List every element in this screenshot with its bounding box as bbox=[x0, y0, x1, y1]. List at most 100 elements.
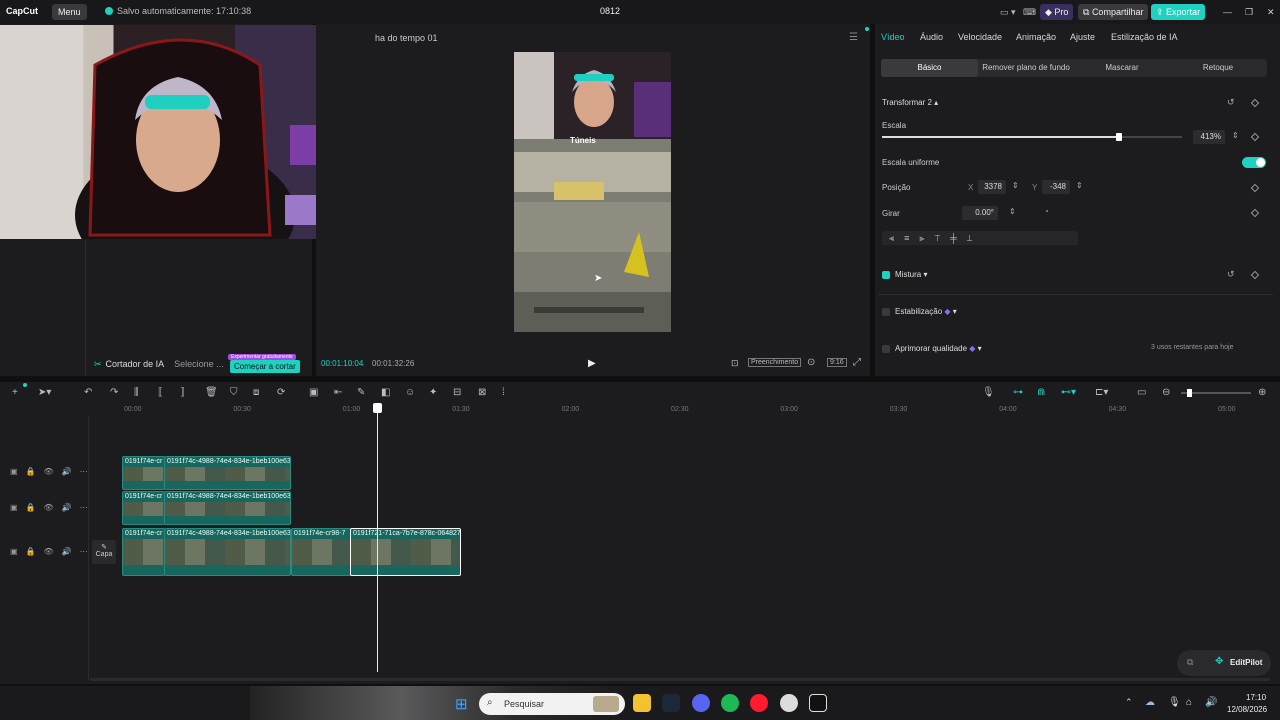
blend-checkbox[interactable] bbox=[882, 271, 890, 279]
network-icon[interactable]: ⌂ bbox=[1186, 697, 1192, 708]
minimize-icon[interactable]: — bbox=[1218, 4, 1237, 20]
zoom-slider[interactable] bbox=[1181, 389, 1251, 397]
track-controls-main[interactable]: ▣🔒👁🔊⋯ bbox=[10, 547, 96, 556]
clip[interactable]: 0191f74e-cr bbox=[122, 491, 165, 525]
redo-icon[interactable]: ↷ bbox=[110, 387, 118, 398]
clock-time[interactable]: 17:10 bbox=[1246, 693, 1266, 702]
file-explorer-icon[interactable] bbox=[633, 694, 651, 712]
crop-icon[interactable]: ⊡ bbox=[731, 358, 739, 369]
focus-icon[interactable]: ⊙ bbox=[807, 357, 815, 368]
windows-start-icon[interactable]: ⊞ bbox=[455, 695, 468, 713]
mic-tray-icon[interactable]: 🎙 bbox=[1168, 697, 1181, 708]
marker-icon[interactable]: ⛉ bbox=[230, 387, 238, 398]
track-controls-2[interactable]: ▣🔒👁🔊⋯ bbox=[10, 503, 96, 512]
zoom-knob[interactable] bbox=[1187, 389, 1192, 397]
layout-icon[interactable]: ▭ ▾ bbox=[995, 4, 1021, 20]
stabilize-checkbox[interactable] bbox=[882, 308, 890, 316]
clip[interactable]: 0191f74e-cr98-7 bbox=[291, 528, 351, 576]
pen-icon[interactable]: ✎ bbox=[357, 387, 365, 398]
align-toolbar[interactable]: ⫷≡⫸⊤╪⊥ bbox=[882, 231, 1078, 245]
playhead[interactable] bbox=[377, 408, 378, 672]
enhance-checkbox[interactable] bbox=[882, 345, 890, 353]
caption-toggle-icon[interactable]: ▭ bbox=[1137, 387, 1146, 398]
zoom-out-icon[interactable]: ⊖ bbox=[1162, 387, 1170, 398]
pro-button[interactable]: ◆ Pro bbox=[1040, 4, 1074, 20]
chrome-icon[interactable] bbox=[780, 694, 798, 712]
link-icon[interactable]: ⊶ bbox=[1013, 387, 1023, 398]
tab-adjust[interactable]: Ajuste bbox=[1070, 32, 1095, 42]
blend-label[interactable]: Mistura ▾ bbox=[895, 270, 927, 279]
preview-axis-icon[interactable]: ⊏▾ bbox=[1095, 387, 1108, 398]
project-name[interactable]: 0812 bbox=[600, 6, 620, 16]
image-icon[interactable]: ⊠ bbox=[478, 387, 486, 398]
split-right-icon[interactable]: ⟧ bbox=[180, 387, 185, 398]
delete-icon[interactable]: 🗑 bbox=[205, 387, 218, 398]
clock-date[interactable]: 12/08/2026 bbox=[1227, 705, 1267, 714]
tab-animation[interactable]: Animação bbox=[1016, 32, 1056, 42]
speed-icon[interactable]: ⟳ bbox=[277, 387, 285, 398]
position-y-input[interactable]: -348 bbox=[1042, 180, 1070, 194]
subtab-basic[interactable]: Básico bbox=[881, 59, 978, 77]
scale-input[interactable]: 413% bbox=[1193, 130, 1225, 144]
enhance-label[interactable]: Aprimorar qualidade ◆ ▾ bbox=[895, 344, 982, 353]
tab-ai-style[interactable]: Estilização de IA bbox=[1111, 32, 1178, 42]
export-button[interactable]: ⇪ Exportar bbox=[1151, 4, 1206, 20]
share-button[interactable]: ⧉ Compartilhar bbox=[1078, 4, 1149, 20]
steam-icon[interactable] bbox=[662, 694, 680, 712]
reverse-icon[interactable]: ⇤ bbox=[334, 387, 342, 398]
clip[interactable]: 0191f74c-4988-74e4-834e-1beb100e63 bbox=[164, 456, 291, 490]
reset-icon[interactable]: ↺ bbox=[1227, 97, 1235, 108]
preview-frame[interactable]: Túneis bbox=[514, 52, 671, 332]
close-icon[interactable]: ✕ bbox=[1262, 4, 1280, 20]
discord-icon[interactable] bbox=[692, 694, 710, 712]
clip[interactable]: 0191f74e-cr bbox=[122, 528, 165, 576]
tab-video[interactable]: Vídeo bbox=[881, 32, 905, 42]
scale-slider[interactable] bbox=[882, 133, 1182, 141]
magnet-icon[interactable]: ⋒ bbox=[1037, 387, 1045, 398]
opera-icon[interactable] bbox=[750, 694, 768, 712]
magic-icon[interactable]: ✦ bbox=[429, 387, 437, 398]
editpilot-aux-icon[interactable]: ⧉ bbox=[1187, 657, 1193, 668]
subtab-mask[interactable]: Mascarar bbox=[1074, 59, 1170, 77]
subtab-retouch[interactable]: Retoque bbox=[1170, 59, 1266, 77]
subtab-remove-bg[interactable]: Remover plano de fundo bbox=[978, 59, 1074, 77]
uniform-scale-toggle[interactable] bbox=[1242, 157, 1266, 168]
select-label[interactable]: Selecione ... bbox=[174, 359, 224, 369]
fill-button[interactable]: Preenchimento bbox=[748, 358, 802, 367]
track-controls-1[interactable]: ▣🔒👁🔊⋯ bbox=[10, 467, 96, 476]
rotate-dial-icon[interactable]: ◔ bbox=[1044, 207, 1049, 216]
player-menu-icon[interactable]: ☰ bbox=[849, 32, 858, 43]
capcut-taskbar-icon[interactable] bbox=[809, 694, 827, 712]
position-x-input[interactable]: 3378 bbox=[978, 180, 1006, 194]
start-cut-button[interactable]: Começar a cortar bbox=[230, 360, 300, 373]
scale-slider-knob[interactable] bbox=[1116, 133, 1122, 141]
ratio-button[interactable]: 9:16 bbox=[827, 358, 847, 367]
split-icon[interactable]: ⫼ bbox=[134, 387, 139, 398]
audio-wave-icon[interactable]: ⁞ bbox=[502, 387, 505, 398]
tab-speed[interactable]: Velocidade bbox=[958, 32, 1002, 42]
rotate-stepper[interactable]: ⇕ bbox=[1009, 207, 1016, 216]
time-ruler[interactable]: 00:00 00:30 01:00 01:30 02:00 02:30 03:00 03:30… bbox=[0, 404, 1280, 416]
stabilize-label[interactable]: Estabilização ◆ ▾ bbox=[895, 307, 957, 316]
volume-icon[interactable]: 🔊 bbox=[1205, 697, 1217, 708]
select-tool-icon[interactable]: ➤▾ bbox=[38, 387, 51, 398]
zoom-in-icon[interactable]: ⊕ bbox=[1258, 387, 1266, 398]
transform-label[interactable]: Transformar 2 ▴ bbox=[882, 98, 938, 107]
person-icon[interactable]: ☺ bbox=[405, 387, 415, 398]
blend-reset-icon[interactable]: ↺ bbox=[1227, 269, 1235, 280]
mirror-icon[interactable]: ◧ bbox=[381, 387, 390, 398]
y-stepper[interactable]: ⇕ bbox=[1076, 181, 1083, 190]
play-icon[interactable]: ▶ bbox=[588, 358, 596, 369]
fullscreen-icon[interactable]: ⤢ bbox=[853, 357, 861, 368]
snap-icon[interactable]: ⊷▾ bbox=[1061, 387, 1076, 398]
cloud-icon[interactable]: ☁ bbox=[1145, 697, 1155, 708]
shortcuts-icon[interactable]: ⌨ bbox=[1018, 4, 1041, 20]
caption-icon[interactable]: ⊟ bbox=[453, 387, 461, 398]
clip[interactable]: 0191f74c-4988-74e4-834e-1beb100e63 bbox=[164, 491, 291, 525]
crop-tool-icon[interactable]: ⧈ bbox=[253, 387, 259, 398]
timeline-scrollbar[interactable] bbox=[90, 678, 1270, 681]
freeze-icon[interactable]: ▣ bbox=[309, 387, 318, 398]
taskbar-search[interactable]: ⌕ Pesquisar bbox=[479, 693, 625, 715]
clip-selected[interactable]: 0191f721-71ca-7b7e-878c-0648277 bbox=[350, 528, 461, 576]
clip[interactable]: 0191f74e-cr bbox=[122, 456, 165, 490]
